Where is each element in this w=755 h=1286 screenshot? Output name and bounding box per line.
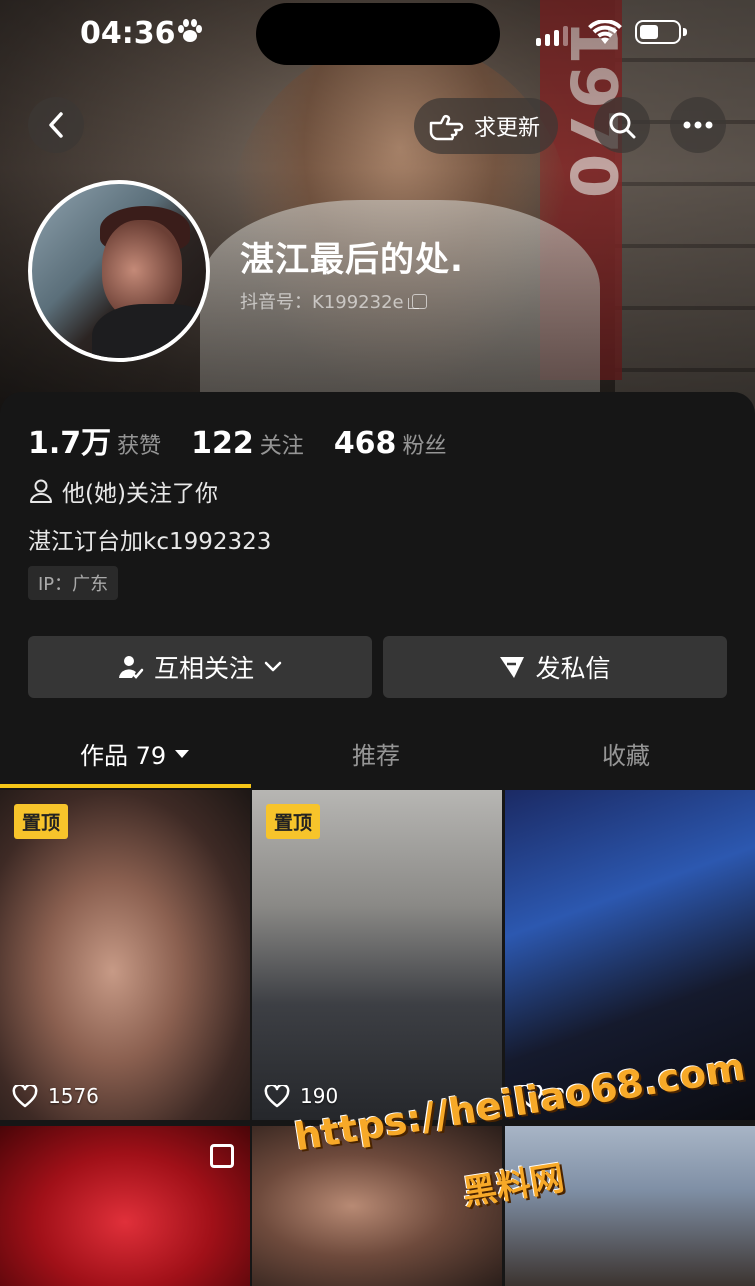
follows-you-note: 他(她)关注了你 [28,474,218,508]
user-check-icon [118,656,144,679]
pinned-badge: 置顶 [14,804,69,839]
stat-following-count: 122 [191,426,254,461]
profile-bio: 湛江订台加kc1992323 [28,529,272,555]
stat-likes-label: 获赞 [117,434,162,459]
tab-recommend[interactable]: 推荐 [352,736,400,771]
chevron-left-icon [49,112,63,138]
heart-icon [264,1084,290,1107]
pointing-hand-icon [429,115,464,141]
stat-following-label: 关注 [259,434,304,459]
camera-notch [256,3,500,65]
stats-row: 1.7万 获赞 122 关注 468 粉丝 [28,418,476,462]
follows-you-text: 他(她)关注了你 [62,481,218,507]
video-thumbnail[interactable]: 置顶 1576 [0,790,250,1120]
search-button[interactable] [594,97,650,153]
video-thumbnail[interactable] [0,1126,250,1286]
multi-image-icon [210,1144,234,1168]
heart-icon [12,1084,38,1107]
more-dots-icon [683,121,713,129]
video-likes-count: 1576 [48,1084,99,1108]
search-icon [609,112,636,139]
profile-tabs: 作品 79 推荐 收藏 [0,722,755,788]
ip-location-tag: IP：广东 [28,566,119,600]
paw-icon [176,18,204,51]
stat-followers[interactable]: 468 粉丝 [334,426,447,461]
stat-followers-count: 468 [333,426,397,461]
stat-followers-label: 粉丝 [402,434,447,459]
mutual-follow-label: 互相关注 [153,654,254,683]
video-likes: 1576 [12,1084,99,1108]
more-options-button[interactable] [670,97,726,153]
battery-icon [635,20,681,44]
profile-nickname: 湛江最后的处. [240,240,464,280]
stat-likes: 1.7万 获赞 [28,418,161,462]
back-button[interactable] [28,97,84,153]
user-icon [30,479,52,503]
cellular-signal-icon [536,26,568,46]
active-tab-indicator [0,784,251,788]
video-likes: 190 [264,1084,338,1108]
tab-works-label: 作品 79 [80,742,167,770]
stat-following[interactable]: 122 关注 [191,426,304,461]
status-time: 04:36 [80,16,176,51]
pinned-badge: 置顶 [266,804,321,839]
caret-down-icon [175,749,190,758]
mutual-follow-button[interactable]: 互相关注 [28,636,372,698]
send-paper-plane-icon [500,657,525,678]
tab-favorites[interactable]: 收藏 [602,736,650,771]
douyin-id-text: 抖音号：K199232e [240,292,404,313]
copy-icon[interactable] [407,293,427,309]
wifi-icon [588,19,622,50]
request-update-button[interactable]: 求更新 [414,98,559,154]
status-bar: 04:36 [0,0,755,70]
tab-works[interactable]: 作品 79 [80,736,190,771]
video-thumbnail[interactable] [505,1126,755,1286]
send-message-label: 发私信 [535,654,611,683]
avatar[interactable] [28,180,210,362]
douyin-id-row[interactable]: 抖音号：K199232e [240,288,427,314]
send-message-button[interactable]: 发私信 [383,636,727,698]
chevron-down-icon [264,661,282,672]
video-likes-count: 190 [300,1084,339,1108]
video-thumbnail[interactable]: 置顶 190 [252,790,502,1120]
stat-likes-count: 1.7万 [28,426,112,461]
request-update-label: 求更新 [474,116,541,141]
